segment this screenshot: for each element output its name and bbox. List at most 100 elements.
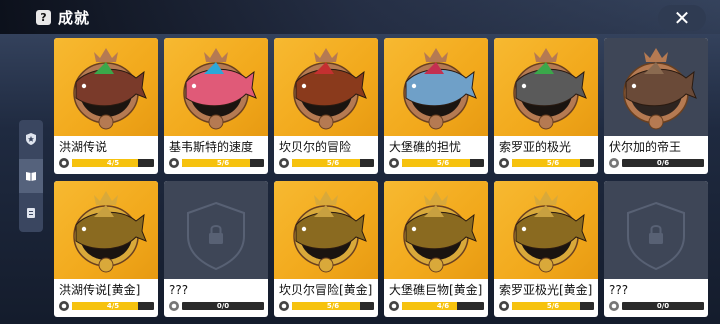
achievement-progress: 4/5 [58, 300, 154, 312]
achievement-progress: 0/6 [608, 157, 704, 169]
achievement-card[interactable]: 索罗亚极光[黄金] 5/6 [494, 181, 598, 317]
achievement-card[interactable]: 索罗亚的极光 5/6 [494, 38, 598, 174]
achievement-progress: 5/6 [278, 300, 374, 312]
lock-medal-icon [169, 301, 179, 311]
achievement-name: ??? [609, 283, 629, 297]
achievement-badge-art [494, 38, 598, 136]
achievement-progress: 4/5 [58, 157, 154, 169]
achievement-badge-art [54, 38, 158, 136]
progress-text: 4/5 [106, 302, 120, 310]
book-icon [26, 172, 36, 181]
achievement-badge-art [604, 38, 708, 136]
progress-bar: 0/0 [182, 302, 264, 310]
achievement-badge-art [54, 181, 158, 279]
shield-star-icon [26, 133, 36, 145]
achievement-progress: 5/6 [278, 157, 374, 169]
achievement-name: 基韦斯特的速度 [169, 140, 254, 154]
progress-bar: 5/6 [512, 302, 594, 310]
achievement-name: 伏尔加的帝王 [609, 140, 682, 154]
side-tab-bar [19, 120, 43, 232]
bronze-medal-icon [169, 158, 179, 168]
fish-trophy-icon [293, 48, 367, 130]
progress-bar: 5/6 [512, 159, 594, 167]
achievement-card[interactable]: 伏尔加的帝王 0/6 [604, 38, 708, 174]
progress-text: 5/6 [326, 159, 340, 167]
progress-bar: 5/6 [402, 159, 484, 167]
fish-trophy-icon [403, 48, 477, 130]
fish-trophy-icon [403, 191, 477, 273]
progress-bar: 0/6 [622, 159, 704, 167]
progress-text: 5/6 [546, 159, 560, 167]
achievement-name: ??? [169, 283, 189, 297]
achievement-badge-art [274, 181, 378, 279]
lock-shield-icon [627, 201, 685, 271]
progress-text: 5/6 [546, 302, 560, 310]
achievement-card[interactable]: 坎贝尔冒险[黄金] 5/6 [274, 181, 378, 317]
tab-records[interactable] [19, 196, 43, 230]
achievement-name: 大堡礁的担忧 [389, 140, 462, 154]
progress-text: 0/0 [656, 302, 670, 310]
locked-achievement-art [604, 181, 708, 279]
bronze-medal-icon [59, 158, 69, 168]
achievement-badge-art [274, 38, 378, 136]
achievement-progress: 4/6 [388, 300, 484, 312]
achievement-progress: 5/6 [498, 157, 594, 169]
bronze-medal-icon [389, 158, 399, 168]
progress-text: 5/6 [326, 302, 340, 310]
achievement-name: 坎贝尔的冒险 [279, 140, 352, 154]
achievement-card[interactable]: ??? 0/0 [604, 181, 708, 317]
achievement-progress: 0/0 [608, 300, 704, 312]
achievement-name: 坎贝尔冒险[黄金] [279, 283, 373, 297]
achievement-card[interactable]: 洪湖传说 4/5 [54, 38, 158, 174]
fish-trophy-icon [73, 48, 147, 130]
fish-trophy-icon [183, 48, 257, 130]
achievement-name: 大堡礁巨物[黄金] [389, 283, 483, 297]
progress-bar: 4/6 [402, 302, 484, 310]
progress-text: 4/5 [106, 159, 120, 167]
achievement-progress: 5/6 [498, 300, 594, 312]
help-icon[interactable]: ? [36, 10, 51, 25]
achievement-progress: 0/0 [168, 300, 264, 312]
progress-bar: 5/6 [292, 159, 374, 167]
page-title: 成就 [58, 9, 91, 27]
achievement-progress: 5/6 [168, 157, 264, 169]
document-icon [27, 208, 35, 218]
gold-medal-icon [499, 301, 509, 311]
achievement-name: 洪湖传说 [59, 140, 108, 154]
achievement-card[interactable]: ??? 0/0 [164, 181, 268, 317]
progress-bar: 5/6 [292, 302, 374, 310]
achievement-badge-art [384, 38, 488, 136]
top-bar: ? 成就 ✕ [0, 0, 720, 34]
achievement-card[interactable]: 大堡礁的担忧 5/6 [384, 38, 488, 174]
progress-text: 5/6 [216, 159, 230, 167]
achievement-name: 索罗亚极光[黄金] [499, 283, 593, 297]
progress-bar: 0/0 [622, 302, 704, 310]
progress-bar: 5/6 [182, 159, 264, 167]
achievement-card[interactable]: 大堡礁巨物[黄金] 4/6 [384, 181, 488, 317]
achievement-badge-art [384, 181, 488, 279]
gold-medal-icon [279, 301, 289, 311]
progress-text: 5/6 [436, 159, 450, 167]
progress-text: 0/0 [216, 302, 230, 310]
title-group: ? 成就 [36, 7, 90, 28]
achievement-badge-art [494, 181, 598, 279]
tab-achievements-badge[interactable] [19, 122, 43, 156]
achievement-card[interactable]: 基韦斯特的速度 5/6 [164, 38, 268, 174]
achievement-card[interactable]: 坎贝尔的冒险 5/6 [274, 38, 378, 174]
achievement-name: 洪湖传说[黄金] [59, 283, 141, 297]
fish-trophy-icon [293, 191, 367, 273]
gold-medal-icon [59, 301, 69, 311]
tab-collection[interactable] [19, 159, 43, 193]
locked-achievement-art [164, 181, 268, 279]
bronze-medal-icon [279, 158, 289, 168]
gold-medal-icon [389, 301, 399, 311]
progress-bar: 4/5 [72, 302, 154, 310]
fish-trophy-icon [73, 191, 147, 273]
achievement-card[interactable]: 洪湖传说[黄金] 4/5 [54, 181, 158, 317]
progress-text: 4/6 [436, 302, 450, 310]
close-button[interactable]: ✕ [658, 5, 706, 31]
progress-text: 0/6 [656, 159, 670, 167]
fish-trophy-icon [513, 191, 587, 273]
bronze-medal-icon [609, 158, 619, 168]
achievement-progress: 5/6 [388, 157, 484, 169]
